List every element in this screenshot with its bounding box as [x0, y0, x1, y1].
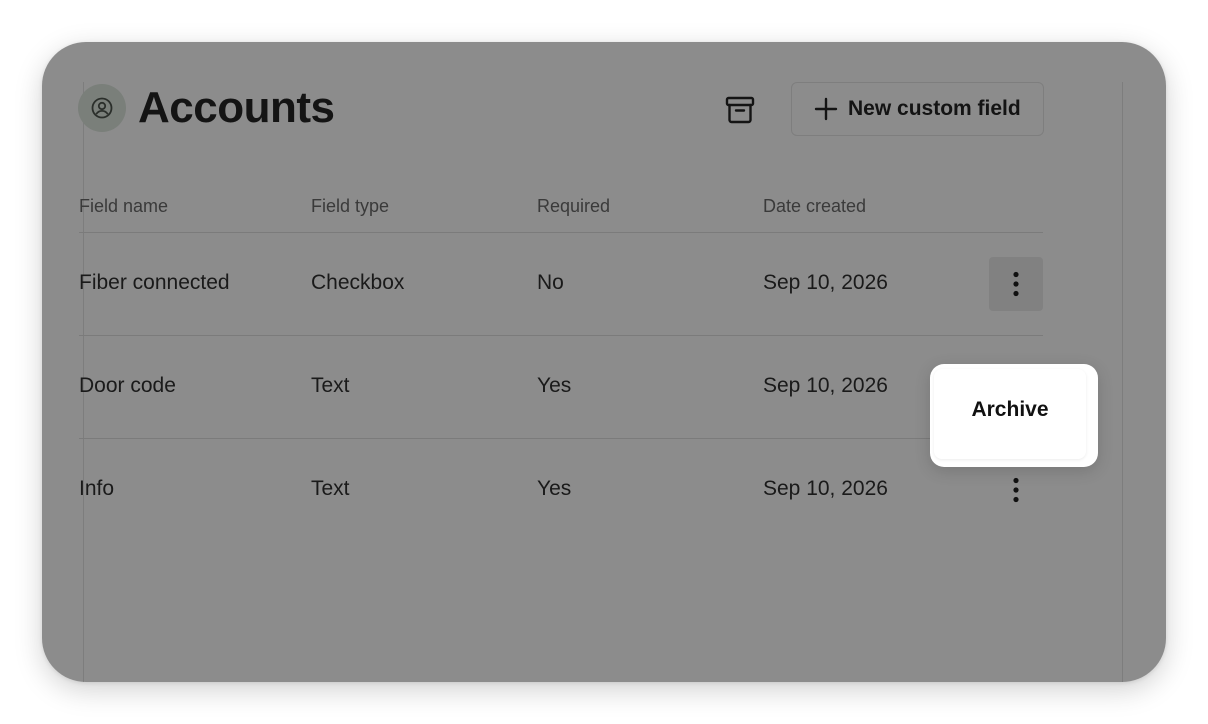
required-cell: No	[537, 271, 564, 294]
row-actions-button[interactable]	[989, 463, 1043, 517]
table-row: Door code Text Yes Sep 10, 2026	[79, 336, 1043, 439]
column-header-field-name: Field name	[79, 196, 169, 216]
page-title: Accounts	[138, 83, 335, 132]
archive-menu-label: Archive	[971, 398, 1049, 421]
field-type-cell: Text	[311, 477, 350, 500]
archive-view-button[interactable]	[718, 88, 762, 132]
archive-menu-item[interactable]: Archive	[934, 369, 1086, 459]
date-created-cell: Sep 10, 2026	[763, 271, 888, 294]
table-row: Fiber connected Checkbox No Sep 10, 2026	[79, 233, 1043, 336]
required-cell: Yes	[537, 477, 572, 500]
user-circle-icon	[78, 84, 126, 132]
plus-icon	[814, 97, 838, 121]
page-header: Accounts New custom field	[78, 82, 1044, 138]
column-header-date-created: Date created	[763, 196, 867, 216]
field-name-cell: Door code	[79, 374, 176, 397]
new-custom-field-button[interactable]: New custom field	[791, 82, 1044, 136]
field-name-cell: Info	[79, 477, 115, 500]
row-actions-button[interactable]	[989, 257, 1043, 311]
date-created-cell: Sep 10, 2026	[763, 477, 888, 500]
more-vertical-icon	[1013, 271, 1019, 297]
row-actions-menu: Archive	[930, 364, 1098, 467]
table-header: Field name Field type Required Date crea…	[79, 190, 1043, 233]
field-type-cell: Checkbox	[311, 271, 405, 294]
new-custom-field-label: New custom field	[848, 97, 1021, 120]
more-vertical-icon	[1013, 477, 1019, 503]
required-cell: Yes	[537, 374, 572, 397]
archive-box-icon	[725, 96, 755, 124]
column-header-required: Required	[537, 196, 611, 216]
custom-fields-table: Field name Field type Required Date crea…	[79, 190, 1043, 541]
column-header-field-type: Field type	[311, 196, 390, 216]
field-type-cell: Text	[311, 374, 350, 397]
table-row: Info Text Yes Sep 10, 2026	[79, 439, 1043, 541]
date-created-cell: Sep 10, 2026	[763, 374, 888, 397]
field-name-cell: Fiber connected	[79, 271, 230, 294]
